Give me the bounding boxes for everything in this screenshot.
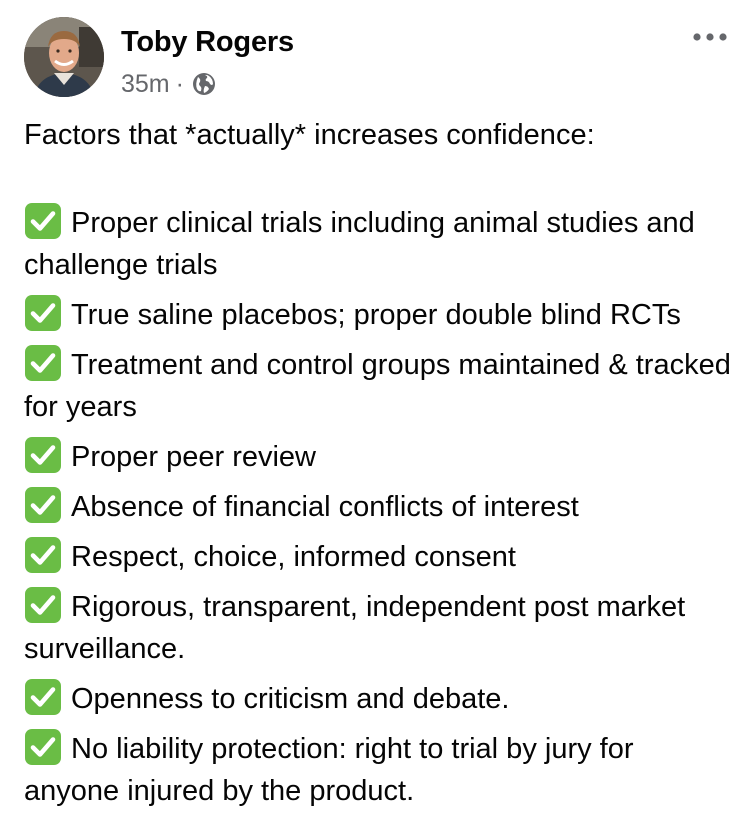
check-mark-icon [25, 437, 61, 473]
checklist-item: True saline placebos; proper double blin… [24, 294, 734, 336]
checklist-item: No liability protection: right to trial … [24, 728, 734, 812]
check-mark-icon [25, 487, 61, 523]
post-header: Toby Rogers 35m · [0, 0, 750, 110]
checklist-item: Respect, choice, informed consent [24, 536, 734, 578]
checklist-item-text: Proper peer review [71, 441, 316, 473]
check-mark-icon [25, 729, 61, 765]
check-mark-icon [25, 203, 61, 239]
checklist-item: Treatment and control groups maintained … [24, 344, 734, 428]
checklist-item-text: Openness to criticism and debate. [71, 683, 510, 715]
check-mark-icon [25, 537, 61, 573]
avatar-photo [24, 17, 104, 97]
check-mark-icon [25, 679, 61, 715]
checklist-item-text: No liability protection: right to trial … [24, 733, 634, 807]
checklist-item-text: Respect, choice, informed consent [71, 541, 516, 573]
check-mark-icon [25, 345, 61, 381]
checklist-item-text: Treatment and control groups maintained … [24, 349, 731, 423]
checklist-item-text: Proper clinical trials including animal … [24, 207, 695, 281]
globe-icon[interactable] [192, 72, 216, 96]
checklist-item: Absence of financial conflicts of intere… [24, 486, 734, 528]
check-mark-icon [25, 295, 61, 331]
checklist-item: Rigorous, transparent, independent post … [24, 586, 734, 670]
avatar[interactable] [24, 17, 104, 97]
checklist-item: Proper peer review [24, 436, 734, 478]
facebook-post: Toby Rogers 35m · Factors that *actually… [0, 0, 750, 827]
checklist-item-text: Rigorous, transparent, independent post … [24, 591, 686, 665]
checklist: Proper clinical trials including animal … [24, 202, 734, 812]
post-meta: 35m · [121, 68, 216, 100]
check-mark-icon [25, 587, 61, 623]
author-name[interactable]: Toby Rogers [121, 26, 294, 59]
meta-separator: · [175, 69, 184, 98]
checklist-item-text: Absence of financial conflicts of intere… [71, 491, 579, 523]
checklist-item-text: True saline placebos; proper double blin… [71, 299, 681, 331]
checklist-item: Proper clinical trials including animal … [24, 202, 734, 286]
post-timestamp[interactable]: 35m [121, 70, 170, 99]
post-intro: Factors that *actually* increases confid… [24, 119, 595, 151]
more-options-icon[interactable] [692, 22, 728, 52]
post-body: Factors that *actually* increases confid… [24, 114, 734, 820]
checklist-item: Openness to criticism and debate. [24, 678, 734, 720]
